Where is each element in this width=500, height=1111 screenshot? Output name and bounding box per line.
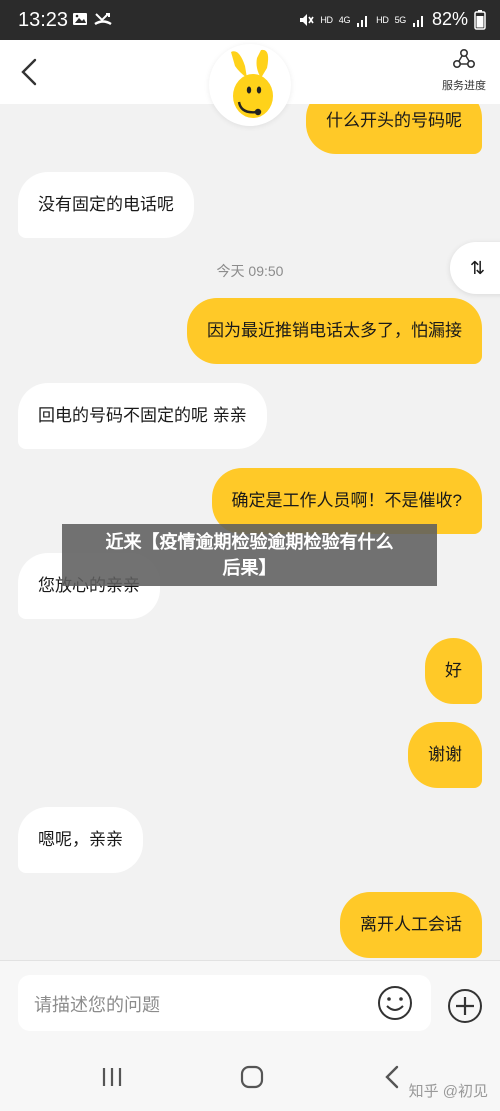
timestamp: 今天 09:50 bbox=[216, 263, 284, 279]
scroll-toggle-button[interactable]: ⇅ bbox=[450, 242, 500, 294]
composer: 请描述您的问题 bbox=[0, 960, 500, 1044]
message-input-placeholder: 请描述您的问题 bbox=[34, 995, 160, 1015]
message-input[interactable]: 请描述您的问题 bbox=[18, 975, 431, 1031]
chat-header: 服务进度 bbox=[0, 40, 500, 126]
hd1-label: HD bbox=[320, 14, 333, 25]
network1-label: 4G bbox=[338, 14, 351, 25]
mute-icon bbox=[300, 13, 315, 26]
add-icon[interactable] bbox=[446, 987, 484, 1025]
message-bubble-incoming[interactable]: 嗯呢，亲亲 bbox=[18, 807, 143, 873]
message-bubble-outgoing[interactable]: 因为最近推销电话太多了，怕漏接 bbox=[187, 298, 482, 364]
network2-label: 5G bbox=[394, 14, 407, 25]
emoji-icon[interactable] bbox=[376, 984, 414, 1022]
service-progress-button[interactable]: 服务进度 bbox=[436, 48, 492, 93]
overlay-caption-line2: 后果】 bbox=[222, 558, 277, 578]
hd2-label: HD bbox=[376, 14, 389, 25]
status-time: 13:23 bbox=[18, 9, 69, 31]
avatar[interactable] bbox=[209, 44, 291, 126]
battery-level: 82% bbox=[431, 9, 468, 29]
message-bubble-incoming[interactable]: 回电的号码不固定的呢 亲亲 bbox=[18, 383, 267, 449]
signal-icon bbox=[357, 15, 368, 27]
rabbit-mascot-icon bbox=[231, 49, 273, 118]
message-bubble-outgoing[interactable]: 离开人工会话 bbox=[340, 892, 482, 958]
message-bubble-outgoing[interactable]: 什么开头的号码呢 bbox=[306, 104, 482, 154]
message-bubble-incoming[interactable]: 没有固定的电话呢 bbox=[18, 172, 194, 238]
recent-apps-icon[interactable] bbox=[100, 1066, 124, 1088]
nodes-icon bbox=[452, 48, 476, 69]
battery-icon bbox=[474, 9, 486, 30]
back-icon[interactable] bbox=[382, 1065, 402, 1089]
watermark: 知乎 @初见 bbox=[408, 1083, 488, 1100]
overlay-caption: 近来【疫情逾期检验逾期检验有什么 后果】 bbox=[62, 524, 437, 586]
missed-call-icon bbox=[94, 13, 112, 26]
status-bar: 13:23 HD 4G HD 5G 82% bbox=[0, 0, 500, 40]
signal-icon bbox=[412, 15, 423, 27]
message-bubble-outgoing[interactable]: 谢谢 bbox=[408, 722, 482, 788]
overlay-caption-line1: 近来【疫情逾期检验逾期检验有什么 bbox=[105, 532, 394, 552]
sort-arrows-icon: ⇅ bbox=[470, 257, 486, 278]
chevron-left-icon[interactable] bbox=[14, 56, 46, 88]
home-icon[interactable] bbox=[240, 1065, 264, 1089]
service-progress-label: 服务进度 bbox=[442, 80, 486, 92]
image-icon bbox=[73, 13, 87, 25]
message-bubble-outgoing[interactable]: 好 bbox=[425, 638, 482, 704]
